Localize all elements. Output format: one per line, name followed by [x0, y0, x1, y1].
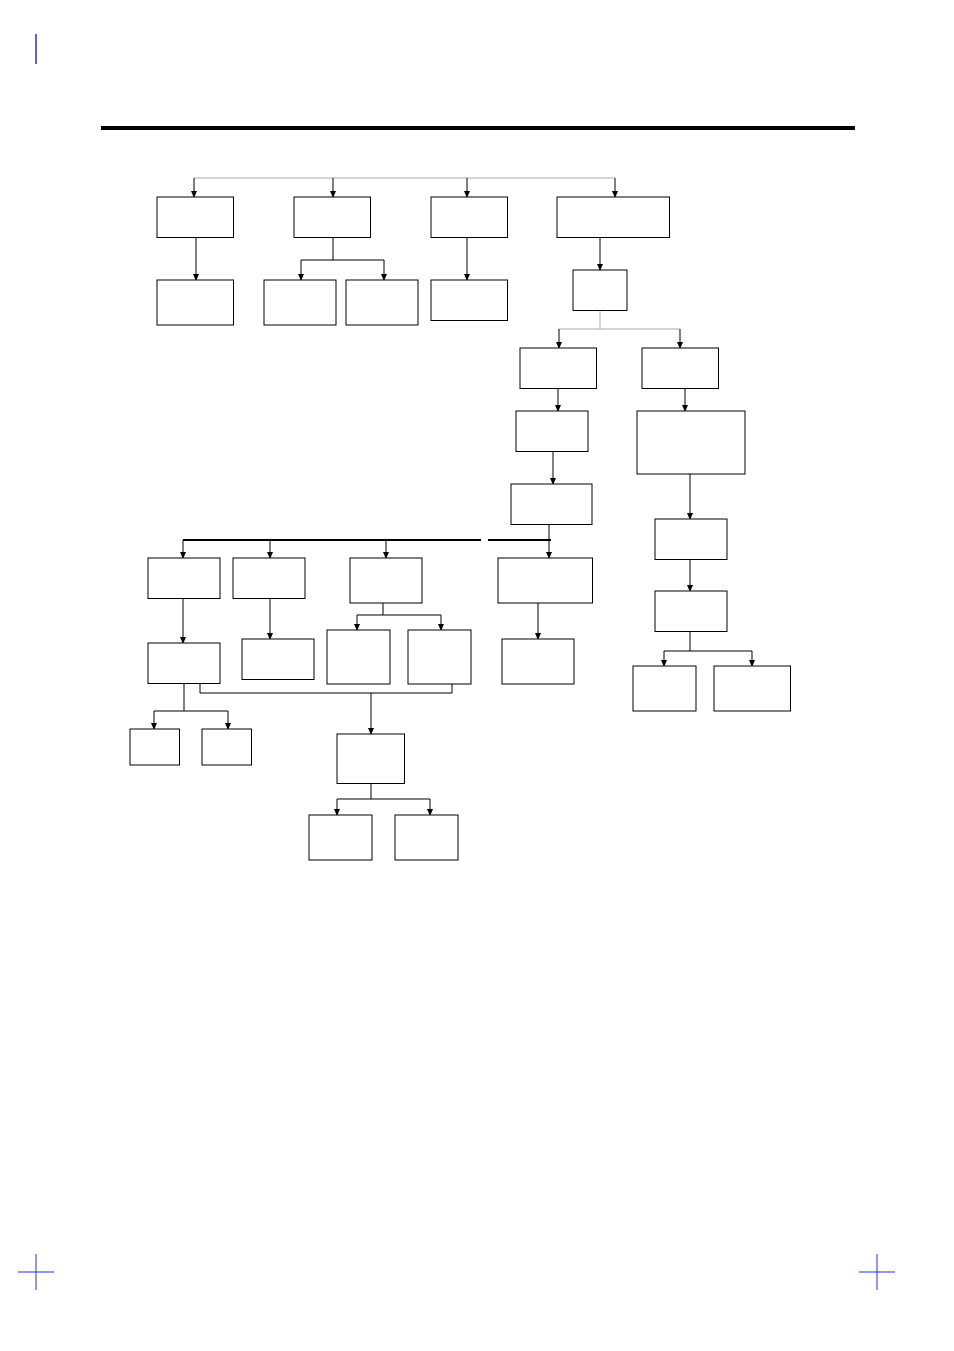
node-b32	[395, 815, 458, 860]
node-b1	[157, 197, 234, 238]
node-b7	[346, 280, 418, 325]
node-b9	[573, 270, 627, 311]
node-b30	[337, 734, 405, 784]
node-b6	[264, 280, 336, 325]
node-b18	[350, 558, 422, 603]
node-b19	[498, 558, 593, 603]
node-b13	[637, 411, 745, 474]
node-b29	[202, 729, 252, 765]
node-b2	[294, 197, 371, 238]
node-b27	[714, 666, 791, 711]
node-b28	[130, 729, 180, 765]
node-b4	[557, 197, 670, 238]
node-b23	[327, 630, 390, 684]
node-b22	[242, 639, 314, 680]
node-b15	[655, 519, 727, 560]
node-b16	[148, 558, 220, 599]
node-b25	[502, 639, 574, 684]
node-b17	[233, 558, 305, 599]
node-b5	[157, 280, 234, 325]
node-b10	[520, 348, 597, 389]
node-b11	[642, 348, 719, 389]
node-b14	[511, 484, 592, 525]
node-b26	[633, 666, 696, 711]
node-b20	[655, 591, 727, 632]
node-b21	[148, 643, 220, 684]
node-b31	[309, 815, 372, 860]
diagram-canvas	[0, 0, 954, 1351]
node-b24	[408, 630, 471, 684]
node-b8	[431, 280, 508, 321]
node-b12	[516, 411, 588, 452]
node-b3	[431, 197, 508, 238]
